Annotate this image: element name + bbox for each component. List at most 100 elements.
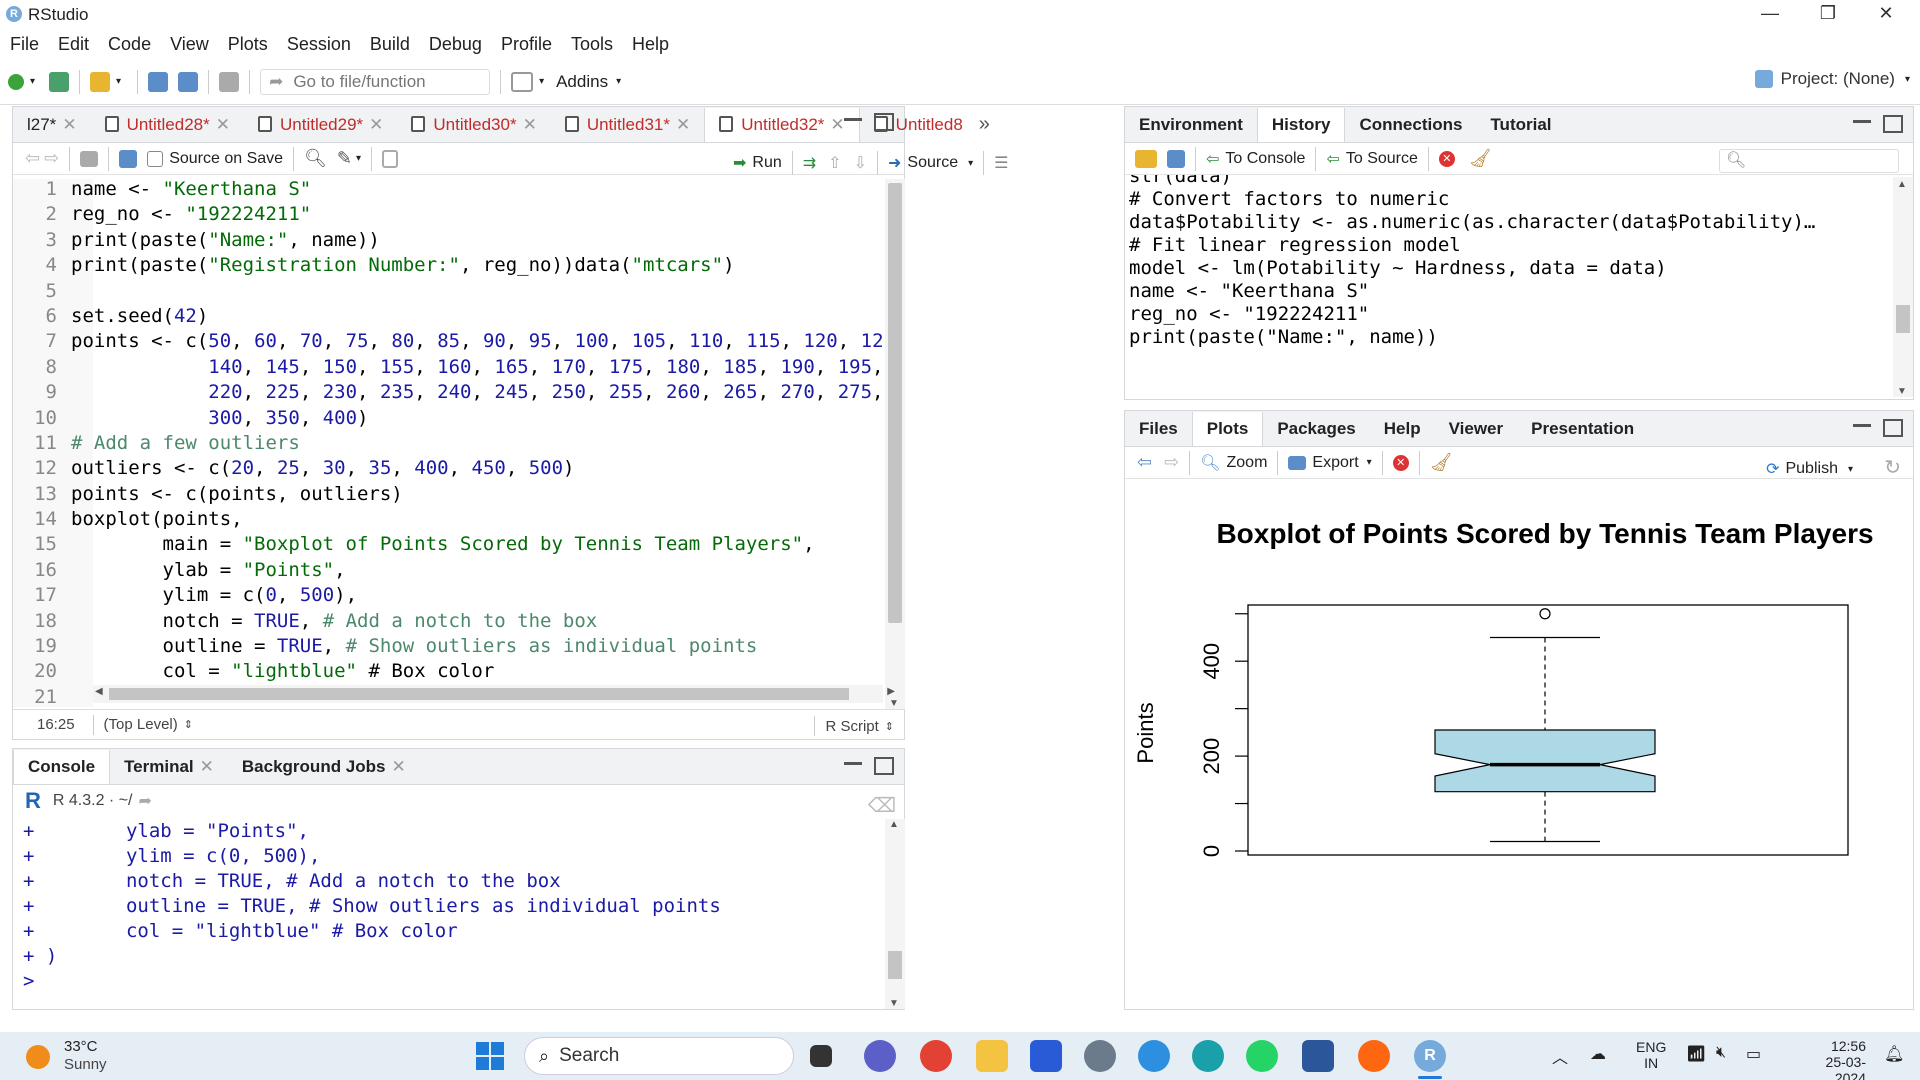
history-vscroll[interactable]: ▲ ▼ bbox=[1893, 177, 1913, 397]
battery-icon[interactable]: ▭ bbox=[1746, 1044, 1761, 1064]
save-icon[interactable] bbox=[119, 149, 138, 168]
source-button[interactable]: Source bbox=[907, 154, 958, 172]
history-entry[interactable]: str(data) bbox=[1129, 175, 1889, 188]
editor-vscroll[interactable]: ▼ bbox=[885, 179, 905, 709]
editor-hscroll[interactable]: ◀ ▶ bbox=[93, 685, 895, 703]
menu-profile[interactable]: Profile bbox=[501, 34, 552, 55]
tab-environment[interactable]: Environment bbox=[1125, 108, 1257, 142]
project-menu[interactable]: Project: (None) ▾ bbox=[1754, 69, 1910, 89]
chevron-down-icon[interactable]: ▾ bbox=[1367, 457, 1372, 468]
firefox-icon[interactable] bbox=[1358, 1040, 1390, 1072]
volume-muted-icon[interactable]: 🔇︎ bbox=[1716, 1044, 1726, 1062]
run-button[interactable]: Run bbox=[752, 154, 781, 172]
history-entry[interactable]: # Convert factors to numeric bbox=[1129, 188, 1889, 211]
menu-session[interactable]: Session bbox=[287, 34, 351, 55]
menu-build[interactable]: Build bbox=[370, 34, 410, 55]
broom-icon[interactable]: 🧹︎ bbox=[1430, 452, 1453, 473]
refresh-icon[interactable]: ↻ bbox=[1884, 455, 1901, 480]
taskbar-search-box[interactable]: ⌕ Search bbox=[524, 1037, 794, 1075]
maximize-pane-icon[interactable] bbox=[1883, 115, 1903, 133]
tab-help[interactable]: Help bbox=[1370, 412, 1435, 446]
show-in-window-icon[interactable] bbox=[80, 150, 99, 167]
scroll-thumb[interactable] bbox=[888, 183, 902, 623]
compile-report-icon[interactable] bbox=[382, 149, 399, 168]
tab-plots[interactable]: Plots bbox=[1191, 411, 1264, 446]
new-file-icon[interactable] bbox=[8, 73, 24, 90]
clock[interactable]: 12:56 25-03-2024 bbox=[1796, 1038, 1866, 1080]
chevron-down-icon[interactable]: ▾ bbox=[968, 158, 973, 169]
down-arrow-icon[interactable]: ⇩ bbox=[854, 153, 867, 173]
source-on-save-checkbox[interactable] bbox=[147, 150, 164, 167]
menu-view[interactable]: View bbox=[170, 34, 209, 55]
chevron-up-icon[interactable]: ︿ bbox=[1552, 1044, 1568, 1068]
maximize-pane-icon[interactable] bbox=[874, 757, 894, 775]
code-editor[interactable]: 1 name <- "Keerthana S" 2 reg_no <- "192224… bbox=[13, 179, 883, 707]
history-entry[interactable]: reg_no <- "192224211" bbox=[1129, 303, 1889, 326]
menu-plots[interactable]: Plots bbox=[228, 34, 268, 55]
settings-gear-icon[interactable] bbox=[1084, 1040, 1116, 1072]
chevron-down-icon[interactable]: ▾ bbox=[356, 153, 361, 164]
clear-console-icon[interactable]: ⌫ bbox=[868, 793, 896, 818]
more-tabs-icon[interactable]: » bbox=[979, 113, 990, 136]
edge-icon[interactable] bbox=[1192, 1040, 1224, 1072]
tab-connections[interactable]: Connections bbox=[1345, 108, 1476, 142]
next-plot-icon[interactable]: ⇨ bbox=[1164, 452, 1179, 473]
history-entry[interactable]: name <- "Keerthana S" bbox=[1129, 280, 1889, 303]
tab-viewer[interactable]: Viewer bbox=[1435, 412, 1518, 446]
minimize-pane-icon[interactable] bbox=[1853, 423, 1871, 427]
chrome-icon[interactable] bbox=[920, 1040, 952, 1072]
save-icon[interactable] bbox=[148, 71, 169, 92]
history-list[interactable]: str(data) # Convert factors to numeric dat… bbox=[1129, 175, 1889, 397]
store-icon[interactable] bbox=[1030, 1040, 1062, 1072]
tab-untitled28[interactable]: Untitled28* ✕ bbox=[91, 108, 244, 142]
tab-files[interactable]: Files bbox=[1125, 412, 1192, 446]
tab-tutorial[interactable]: Tutorial bbox=[1476, 108, 1565, 142]
rstudio-taskbar-icon[interactable]: R bbox=[1414, 1040, 1446, 1072]
remove-plot-icon[interactable]: ✕ bbox=[1392, 454, 1409, 471]
save-icon[interactable] bbox=[1167, 149, 1185, 168]
scroll-left-icon[interactable]: ◀ bbox=[95, 686, 103, 697]
chevron-down-icon[interactable]: ▾ bbox=[616, 76, 621, 87]
whatsapp-icon[interactable] bbox=[1246, 1040, 1278, 1072]
teams-chat-icon[interactable] bbox=[864, 1040, 896, 1072]
publish-button[interactable]: ⟳ Publish ▾ bbox=[1766, 459, 1853, 479]
filetype-selector[interactable]: R Script ⇕ bbox=[814, 716, 894, 736]
tab-background-jobs[interactable]: Background Jobs ✕ bbox=[228, 750, 420, 784]
menu-code[interactable]: Code bbox=[108, 34, 151, 55]
grid-layout-icon[interactable] bbox=[511, 71, 534, 92]
history-entry[interactable]: print(paste("Name:", name)) bbox=[1129, 326, 1889, 349]
forward-arrow-icon[interactable]: ⇨ bbox=[44, 148, 59, 169]
chevron-down-icon[interactable]: ▾ bbox=[539, 76, 544, 87]
menu-help[interactable]: Help bbox=[632, 34, 669, 55]
tab-untitled30[interactable]: Untitled30* ✕ bbox=[397, 108, 550, 142]
tab-console[interactable]: Console bbox=[13, 749, 111, 784]
scroll-right-icon[interactable]: ▶ bbox=[887, 686, 895, 697]
chevron-down-icon[interactable]: ▾ bbox=[30, 76, 35, 87]
menu-debug[interactable]: Debug bbox=[429, 34, 482, 55]
console-vscroll[interactable]: ▲ ▼ bbox=[885, 819, 905, 1009]
history-entry[interactable]: # Fit linear regression model bbox=[1129, 234, 1889, 257]
minimize-pane-icon[interactable] bbox=[1853, 119, 1871, 123]
scroll-down-icon[interactable]: ▼ bbox=[889, 698, 899, 709]
history-entry[interactable]: data$Potability <- as.numeric(as.charact… bbox=[1129, 211, 1889, 234]
notification-bell-icon[interactable]: 🔔︎ bbox=[1884, 1044, 1904, 1064]
open-file-icon[interactable] bbox=[90, 71, 111, 92]
tab-untitled32[interactable]: Untitled32* ✕ bbox=[704, 107, 860, 142]
console-output[interactable]: + ylab = "Points", + ylim = c(0, 500), + n… bbox=[23, 819, 883, 994]
weather-desc[interactable]: Sunny bbox=[64, 1056, 107, 1073]
zoom-button[interactable]: Zoom bbox=[1227, 454, 1268, 472]
prev-plot-icon[interactable]: ⇦ bbox=[1137, 452, 1152, 473]
export-button[interactable]: Export bbox=[1312, 454, 1358, 472]
language-indicator[interactable]: ENG IN bbox=[1636, 1039, 1666, 1071]
minimize-button[interactable]: — bbox=[1750, 3, 1790, 24]
tab-presentation[interactable]: Presentation bbox=[1517, 412, 1648, 446]
minimize-pane-icon[interactable] bbox=[844, 117, 862, 121]
maximize-pane-icon[interactable] bbox=[874, 113, 894, 131]
scope-selector[interactable]: (Top Level) bbox=[104, 716, 178, 733]
print-icon[interactable] bbox=[219, 71, 240, 92]
new-project-icon[interactable] bbox=[49, 71, 70, 92]
addins-menu[interactable]: Addins bbox=[556, 72, 608, 92]
back-arrow-icon[interactable]: ⇦ bbox=[25, 148, 40, 169]
hscroll-thumb[interactable] bbox=[109, 688, 849, 700]
minimize-pane-icon[interactable] bbox=[844, 761, 862, 765]
